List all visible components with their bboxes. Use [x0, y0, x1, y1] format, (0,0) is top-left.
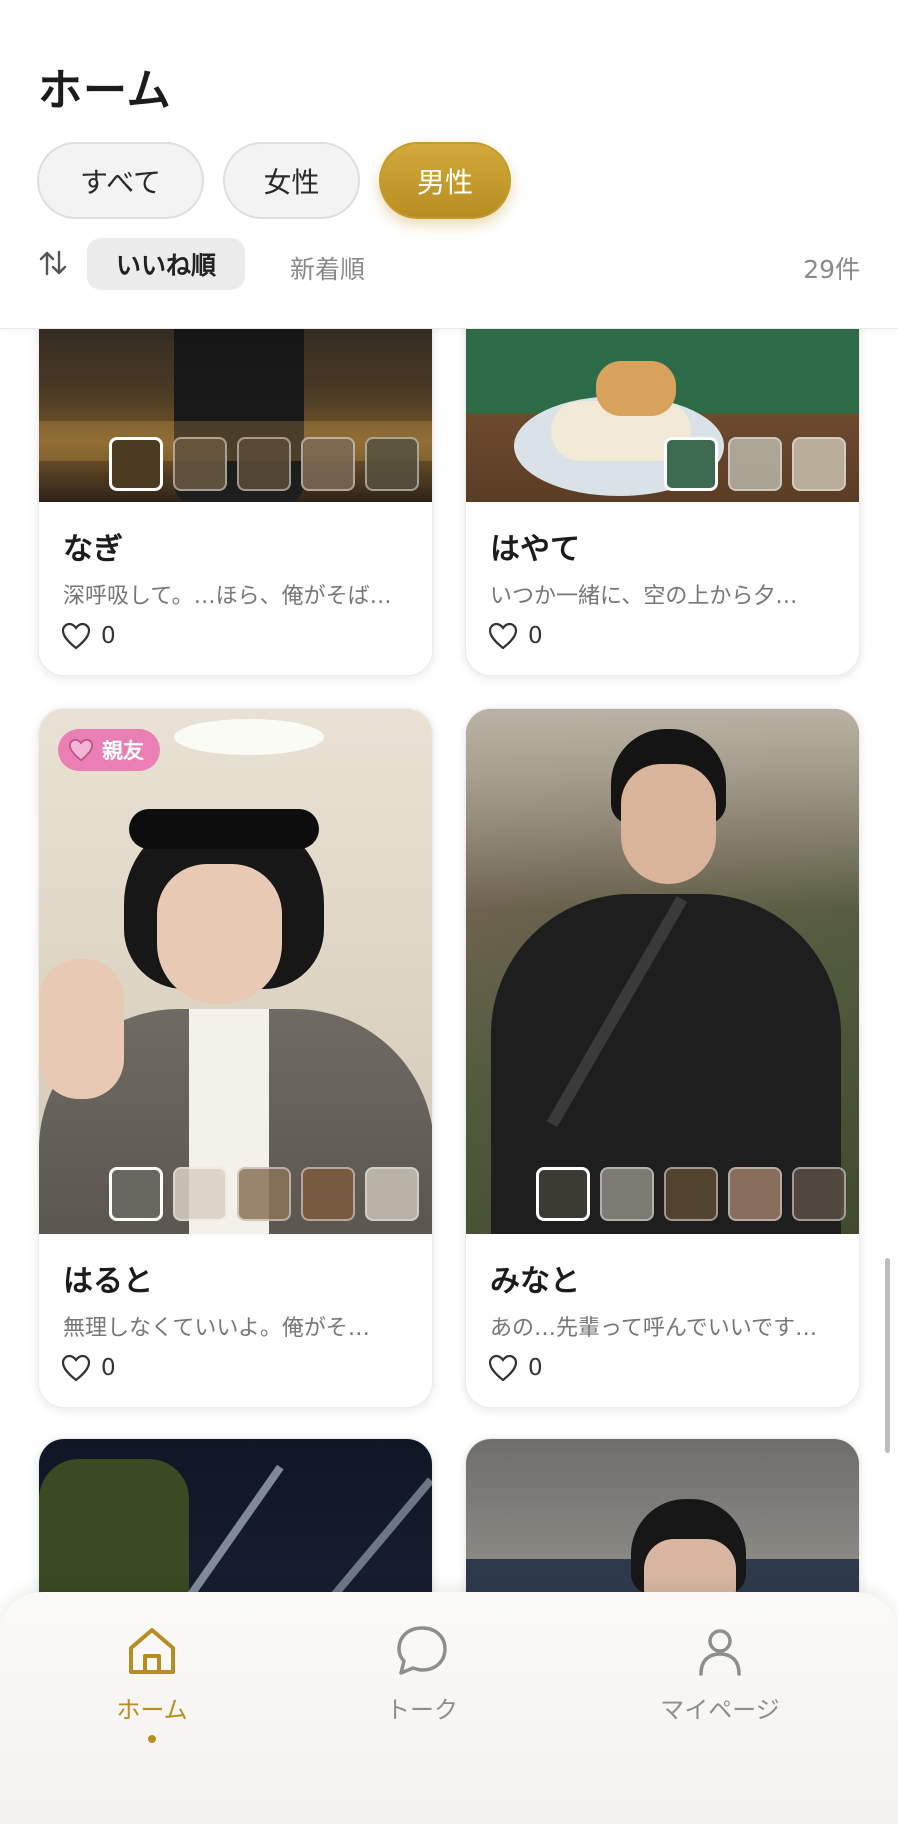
character-photo — [39, 301, 432, 504]
character-photo: 親友 — [39, 709, 432, 1234]
nav-mypage-tab[interactable]: マイページ — [630, 1622, 810, 1725]
photo-thumbnail-strip — [109, 437, 419, 491]
sort-by-newest-button[interactable]: 新着順 — [290, 250, 365, 286]
nav-talk-tab[interactable]: トーク — [332, 1622, 512, 1725]
card-info: はやて いつか一緒に、空の上から夕… 0 — [466, 502, 859, 675]
character-name: はやて — [490, 532, 580, 567]
character-bio: 無理しなくていいよ。俺がそ… — [63, 1316, 370, 1341]
photo-thumbnail-strip — [536, 1167, 846, 1221]
character-bio: 深呼吸して。…ほら、俺がそば… — [63, 584, 392, 609]
character-bio: いつか一緒に、空の上から夕… — [490, 584, 798, 609]
photo-thumbnail[interactable] — [792, 437, 846, 491]
heart-outline-icon — [488, 1354, 518, 1382]
character-bio: あの…先輩って呼んでいいです… — [490, 1316, 818, 1341]
character-card[interactable]: はやて いつか一緒に、空の上から夕… 0 — [465, 300, 860, 676]
photo-thumbnail[interactable] — [792, 1167, 846, 1221]
header: ホーム すべて 女性 男性 いいね順 新着順 29件 — [0, 0, 898, 329]
page-title: ホーム — [38, 65, 172, 116]
photo-thumbnail[interactable] — [173, 1167, 227, 1221]
photo-thumbnail[interactable] — [536, 1167, 590, 1221]
filter-female-chip[interactable]: 女性 — [223, 142, 360, 219]
character-name: なぎ — [63, 532, 123, 567]
character-name: みなと — [490, 1264, 580, 1299]
like-count: 0 — [101, 1355, 116, 1381]
photo-thumbnail[interactable] — [365, 1167, 419, 1221]
like-button[interactable]: 0 — [488, 622, 543, 650]
like-count: 0 — [101, 623, 116, 649]
badge-label: 親友 — [102, 739, 144, 763]
result-count: 29件 — [803, 255, 860, 284]
card-info: はると 無理しなくていいよ。俺がそ… 0 — [39, 1234, 432, 1407]
heart-outline-icon — [488, 622, 518, 650]
photo-thumbnail[interactable] — [365, 437, 419, 491]
card-info: なぎ 深呼吸して。…ほら、俺がそば… 0 — [39, 502, 432, 675]
sort-by-likes-button[interactable]: いいね順 — [87, 238, 245, 290]
photo-thumbnail-strip — [109, 1167, 419, 1221]
nav-label: ホーム — [116, 1696, 188, 1724]
sort-bar: いいね順 新着順 29件 — [0, 236, 898, 294]
character-photo — [466, 301, 859, 504]
character-card[interactable]: みなと あの…先輩って呼んでいいです… 0 — [465, 708, 860, 1408]
like-button[interactable]: 0 — [61, 1354, 116, 1382]
heart-outline-icon — [61, 622, 91, 650]
photo-thumbnail[interactable] — [600, 1167, 654, 1221]
filter-all-chip[interactable]: すべて — [37, 142, 204, 219]
photo-thumbnail[interactable] — [301, 437, 355, 491]
character-card[interactable]: なぎ 深呼吸して。…ほら、俺がそば… 0 — [38, 300, 433, 676]
home-icon — [129, 1628, 175, 1674]
photo-thumbnail[interactable] — [237, 1167, 291, 1221]
photo-thumbnail[interactable] — [109, 1167, 163, 1221]
photo-thumbnail[interactable] — [237, 437, 291, 491]
filter-chips: すべて 女性 男性 — [37, 142, 511, 219]
like-button[interactable]: 0 — [488, 1354, 543, 1382]
photo-thumbnail[interactable] — [173, 437, 227, 491]
like-count: 0 — [528, 623, 543, 649]
nav-label: マイページ — [660, 1696, 780, 1724]
person-icon — [699, 1629, 741, 1676]
nav-home-tab[interactable]: ホーム — [62, 1622, 242, 1743]
character-photo — [466, 709, 859, 1234]
photo-thumbnail-strip — [664, 437, 846, 491]
heart-outline-icon — [61, 1354, 91, 1382]
relationship-badge: 親友 — [58, 729, 160, 771]
active-indicator-dot — [148, 1735, 156, 1743]
card-info: みなと あの…先輩って呼んでいいです… 0 — [466, 1234, 859, 1407]
photo-thumbnail[interactable] — [664, 437, 718, 491]
character-card[interactable]: 親友 はると 無理しなくていいよ。俺がそ… 0 — [38, 708, 433, 1408]
character-name: はると — [63, 1264, 153, 1299]
chat-bubble-icon — [397, 1626, 447, 1675]
photo-thumbnail[interactable] — [728, 437, 782, 491]
heart-icon — [68, 738, 94, 762]
photo-thumbnail[interactable] — [301, 1167, 355, 1221]
photo-thumbnail[interactable] — [109, 437, 163, 491]
like-button[interactable]: 0 — [61, 622, 116, 650]
nav-label: トーク — [386, 1696, 458, 1724]
filter-male-chip[interactable]: 男性 — [379, 142, 511, 219]
photo-thumbnail[interactable] — [728, 1167, 782, 1221]
scrollbar[interactable] — [885, 1258, 890, 1453]
photo-thumbnail[interactable] — [664, 1167, 718, 1221]
like-count: 0 — [528, 1355, 543, 1381]
bottom-navigation: ホーム トーク マイページ — [0, 1592, 898, 1824]
sort-arrows-icon[interactable] — [38, 248, 68, 278]
